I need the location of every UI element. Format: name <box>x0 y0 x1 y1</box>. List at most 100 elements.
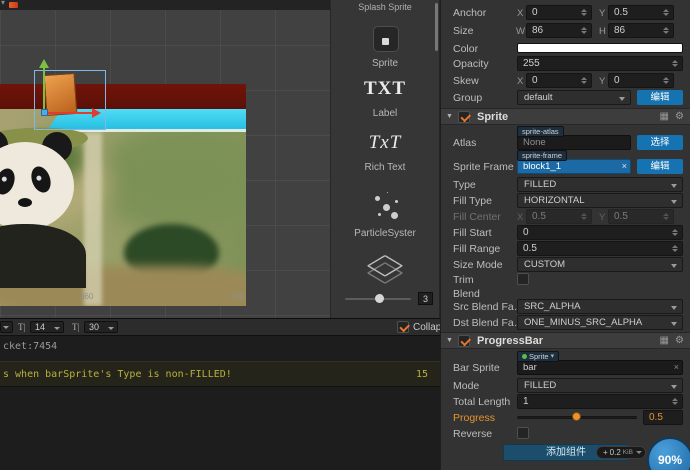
total-length-input[interactable]: 1 <box>517 394 683 409</box>
fill-start-input[interactable]: 0 <box>517 225 683 240</box>
fill-center-row: Fill Center X 0.5 Y 0.5 <box>441 209 690 225</box>
network-stats-badge[interactable]: + 0.2 KiB <box>596 446 646 459</box>
collapse-caret-icon[interactable]: ▼ <box>446 337 453 344</box>
progress-input[interactable]: 0.5 <box>643 410 683 425</box>
fill-range-input[interactable]: 0.5 <box>517 241 683 256</box>
chevron-down-icon[interactable]: ▾ <box>1 0 5 7</box>
y-label: Y <box>599 8 606 19</box>
tiledmap-node-icon[interactable] <box>331 254 439 285</box>
bar-sprite-field[interactable]: bar × <box>517 360 683 375</box>
console-log-line[interactable]: cket:7454 <box>3 341 57 352</box>
scene-toolbar: ▾ <box>0 0 330 10</box>
warning-count-badge: 15 <box>415 368 428 380</box>
progressbar-enabled-checkbox[interactable] <box>458 335 470 347</box>
src-blend-select[interactable]: SRC_ALPHA <box>517 299 683 314</box>
bar-sprite-type-tag: Sprite ▾ <box>517 351 560 362</box>
progress-slider-knob[interactable] <box>572 412 581 421</box>
palette-item-label[interactable]: Label <box>331 108 439 119</box>
size-mode-row: Size Mode CUSTOM <box>441 257 690 273</box>
group-select[interactable]: default <box>517 90 631 105</box>
close-icon[interactable]: × <box>622 160 627 173</box>
console-filter-dropdown[interactable] <box>0 321 13 333</box>
atlas-type-tag: sprite-atlas <box>517 126 564 137</box>
progressbar-section-header[interactable]: ▼ ProgressBar ▦ ⚙ <box>441 332 690 349</box>
palette-scrollbar[interactable] <box>435 3 438 51</box>
net-value: 0.2 <box>609 448 621 457</box>
reverse-checkbox[interactable] <box>517 427 529 439</box>
label-node-icon[interactable]: TXT <box>331 78 439 100</box>
font-size-icon: T| <box>18 322 26 332</box>
panda-character[interactable] <box>0 124 89 288</box>
opacity-input[interactable]: 255 <box>517 56 683 71</box>
gizmo-origin-handle[interactable] <box>41 109 48 116</box>
dst-blend-select[interactable]: ONE_MINUS_SRC_ALPHA <box>517 315 683 330</box>
atlas-label: Atlas <box>453 137 477 149</box>
docs-icon[interactable]: ▦ <box>660 335 669 346</box>
trim-checkbox[interactable] <box>517 273 529 285</box>
bar-sprite-tag-text: Sprite <box>529 352 549 361</box>
size-row: Size W 86 H 86 <box>441 23 690 39</box>
mode-select[interactable]: FILLED <box>517 378 683 393</box>
sprite-enabled-checkbox[interactable] <box>458 111 470 123</box>
skew-y-input[interactable]: 0 <box>608 73 674 88</box>
group-label: Group <box>453 92 483 104</box>
line-height-icon: T| <box>72 322 80 332</box>
palette-item-richtext[interactable]: Rich Text <box>331 162 439 173</box>
scene-view[interactable]: 360 -240 ▾ <box>0 0 330 318</box>
bar-sprite-label: Bar Sprite <box>453 362 500 374</box>
x-label: X <box>517 212 524 223</box>
opacity-row: Opacity 255 <box>441 56 690 72</box>
chevron-down-icon <box>3 326 9 329</box>
anchor-x-input[interactable]: 0 <box>526 5 592 20</box>
skew-label: Skew <box>453 75 479 87</box>
atlas-choose-button[interactable]: 选择 <box>637 135 683 150</box>
chevron-down-icon <box>108 327 114 330</box>
gizmo-x-arrowhead-icon[interactable] <box>92 108 101 118</box>
docs-icon[interactable]: ▦ <box>660 111 669 122</box>
sprite-frame-value: block1_1 <box>523 161 562 172</box>
paint-stripe <box>84 132 102 306</box>
anchor-y-input[interactable]: 0.5 <box>608 5 674 20</box>
sprite-section-header[interactable]: ▼ Sprite ▦ ⚙ <box>441 108 690 125</box>
ruler-label: 360 <box>80 292 94 301</box>
font-size-select[interactable]: 14 <box>30 321 64 333</box>
editor-root: 360 -240 ▾ Splash Sprite Sprite TXT Labe… <box>0 0 690 470</box>
size-mode-select[interactable]: CUSTOM <box>517 257 683 272</box>
collapse-checkbox[interactable] <box>397 321 409 333</box>
fill-type-select[interactable]: HORIZONTAL <box>517 193 683 208</box>
gear-icon[interactable]: ⚙ <box>675 335 684 346</box>
sprite-frame-field[interactable]: block1_1 × <box>517 159 631 174</box>
fill-start-row: Fill Start 0 <box>441 225 690 241</box>
gear-icon[interactable]: ⚙ <box>675 111 684 122</box>
close-icon[interactable]: × <box>674 361 679 374</box>
console-warning-row[interactable]: s when barSprite's Type is non-FILLED! 1… <box>0 361 440 387</box>
gizmo-y-arrowhead-icon[interactable] <box>39 59 49 68</box>
particlesystem-node-icon[interactable] <box>371 190 401 220</box>
sprite-node-icon[interactable] <box>373 26 399 52</box>
line-height-select[interactable]: 30 <box>84 321 118 333</box>
size-w-input[interactable]: 86 <box>526 23 592 38</box>
palette-item-sprite[interactable]: Sprite <box>331 58 439 69</box>
scene-tab-icon[interactable] <box>9 2 18 8</box>
fill-range-label: Fill Range <box>453 243 501 255</box>
group-edit-button[interactable]: 编辑 <box>637 90 683 105</box>
collapse-caret-icon[interactable]: ▼ <box>446 113 453 120</box>
y-label: Y <box>599 76 606 87</box>
palette-header: Splash Sprite <box>358 2 412 12</box>
palette-item-particlesystem[interactable]: ParticleSyster <box>331 228 439 239</box>
h-label: H <box>599 26 606 37</box>
w-label: W <box>516 26 525 37</box>
slider-knob[interactable] <box>375 294 384 303</box>
component-dot-icon <box>522 354 527 359</box>
skew-x-input[interactable]: 0 <box>526 73 592 88</box>
richtext-node-icon[interactable]: TxT <box>331 132 439 154</box>
size-label: Size <box>453 25 474 37</box>
gizmo-y-axis[interactable] <box>43 68 45 114</box>
sprite-frame-edit-button[interactable]: 编辑 <box>637 159 683 174</box>
type-select[interactable]: FILLED <box>517 177 683 192</box>
gizmo-x-axis[interactable] <box>45 112 93 114</box>
atlas-field[interactable]: None <box>517 135 631 150</box>
size-h-input[interactable]: 86 <box>608 23 674 38</box>
palette-zoom-slider[interactable]: 3 <box>331 292 439 306</box>
color-swatch[interactable] <box>517 43 683 53</box>
